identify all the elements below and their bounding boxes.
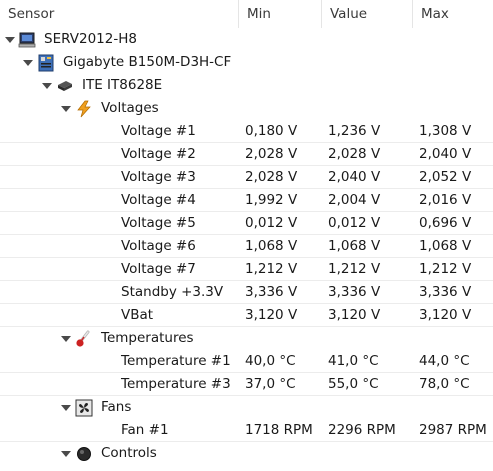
computer-icon (18, 31, 36, 49)
chip-icon (56, 77, 74, 95)
expand-toggle[interactable] (60, 442, 72, 465)
sensor-row[interactable]: VBat 3,120 V 3,120 V 3,120 V (0, 304, 493, 327)
sensor-min: 40,0 °C (245, 353, 296, 369)
sensor-min: 3,336 V (245, 284, 298, 300)
sensor-min: 0,012 V (245, 215, 298, 231)
sensor-value: 1,236 V (328, 123, 381, 139)
fan-icon (75, 399, 93, 417)
control-knob-icon (75, 445, 93, 463)
sensor-row[interactable]: Voltage #2 2,028 V 2,028 V 2,040 V (0, 143, 493, 166)
sensor-row[interactable]: Voltage #7 1,212 V 1,212 V 1,212 V (0, 258, 493, 281)
tree-node-computer[interactable]: SERV2012-H8 (0, 28, 493, 51)
sensor-row[interactable]: Standby +3.3V 3,336 V 3,336 V 3,336 V (0, 281, 493, 304)
sensor-value: 3,336 V (328, 284, 381, 300)
sensor-max: 3,336 V (419, 284, 472, 300)
sensor-name: Voltage #7 (121, 261, 196, 277)
sensor-min: 1,068 V (245, 238, 298, 254)
tree-node-motherboard[interactable]: Gigabyte B150M-D3H-CF (0, 51, 493, 74)
sensor-max: 1,308 V (419, 123, 472, 139)
thermometer-icon (75, 330, 93, 348)
sensor-max: 2,016 V (419, 192, 472, 208)
sensor-row[interactable]: Voltage #6 1,068 V 1,068 V 1,068 V (0, 235, 493, 258)
sensor-max: 1,212 V (419, 261, 472, 277)
sensor-max: 1,068 V (419, 238, 472, 254)
sensor-min: 1718 RPM (245, 422, 313, 438)
sensor-value: 2296 RPM (328, 422, 396, 438)
sensor-min: 1,212 V (245, 261, 298, 277)
sensor-name: Standby +3.3V (121, 284, 224, 300)
node-label: SERV2012-H8 (44, 31, 137, 47)
sensor-name: Voltage #5 (121, 215, 196, 231)
sensor-row[interactable]: Voltage #4 1,992 V 2,004 V 2,016 V (0, 189, 493, 212)
tree-node-controls[interactable]: Controls (0, 442, 493, 465)
sensor-value: 1,068 V (328, 238, 381, 254)
sensor-row[interactable]: Voltage #1 0,180 V 1,236 V 1,308 V (0, 120, 493, 143)
sensor-value: 0,012 V (328, 215, 381, 231)
sensor-value: 2,028 V (328, 146, 381, 162)
node-label: Fans (101, 399, 132, 415)
sensor-max: 44,0 °C (419, 353, 470, 369)
column-header-max[interactable]: Max (413, 0, 493, 28)
sensor-row[interactable]: Temperature #1 40,0 °C 41,0 °C 44,0 °C (0, 350, 493, 373)
sensor-value: 41,0 °C (328, 353, 379, 369)
column-header-min[interactable]: Min (239, 0, 322, 28)
sensor-tree: SERV2012-H8 Gigabyte B150M-D3H-CF ITE IT… (0, 28, 493, 465)
sensor-row[interactable]: Voltage #3 2,028 V 2,040 V 2,052 V (0, 166, 493, 189)
sensor-value: 3,120 V (328, 307, 381, 323)
tree-node-chip[interactable]: ITE IT8628E (0, 74, 493, 97)
sensor-min: 37,0 °C (245, 376, 296, 392)
sensor-value: 2,004 V (328, 192, 381, 208)
expand-toggle[interactable] (22, 51, 34, 74)
tree-node-voltages[interactable]: Voltages (0, 97, 493, 120)
expand-toggle[interactable] (60, 396, 72, 419)
tree-node-fans[interactable]: Fans (0, 396, 493, 419)
sensor-row[interactable]: Voltage #5 0,012 V 0,012 V 0,696 V (0, 212, 493, 235)
sensor-max: 0,696 V (419, 215, 472, 231)
sensor-value: 1,212 V (328, 261, 381, 277)
node-label: Controls (101, 445, 157, 461)
sensor-min: 0,180 V (245, 123, 298, 139)
expand-toggle[interactable] (60, 327, 72, 350)
column-header: Sensor Min Value Max (0, 0, 493, 28)
sensor-name: Temperature #1 (121, 353, 231, 369)
node-label: Temperatures (101, 330, 194, 346)
tree-node-temperatures[interactable]: Temperatures (0, 327, 493, 350)
node-label: Voltages (101, 100, 159, 116)
sensor-name: Fan #1 (121, 422, 169, 438)
motherboard-icon (37, 54, 55, 72)
node-label: Gigabyte B150M-D3H-CF (63, 54, 232, 70)
sensor-name: Voltage #3 (121, 169, 196, 185)
sensor-name: Voltage #1 (121, 123, 196, 139)
sensor-min: 2,028 V (245, 169, 298, 185)
sensor-name: Voltage #2 (121, 146, 196, 162)
sensor-name: Voltage #4 (121, 192, 196, 208)
column-header-sensor[interactable]: Sensor (0, 0, 239, 28)
sensor-min: 2,028 V (245, 146, 298, 162)
sensor-row[interactable]: Temperature #3 37,0 °C 55,0 °C 78,0 °C (0, 373, 493, 396)
expand-toggle[interactable] (41, 74, 53, 97)
sensor-name: Voltage #6 (121, 238, 196, 254)
expand-toggle[interactable] (4, 28, 16, 51)
sensor-value: 55,0 °C (328, 376, 379, 392)
lightning-icon (75, 100, 93, 118)
sensor-max: 78,0 °C (419, 376, 470, 392)
sensor-max: 2987 RPM (419, 422, 487, 438)
sensor-max: 2,040 V (419, 146, 472, 162)
sensor-value: 2,040 V (328, 169, 381, 185)
expand-toggle[interactable] (60, 97, 72, 120)
sensor-name: VBat (121, 307, 154, 323)
sensor-min: 3,120 V (245, 307, 298, 323)
sensor-name: Temperature #3 (121, 376, 231, 392)
sensor-min: 1,992 V (245, 192, 298, 208)
sensor-max: 3,120 V (419, 307, 472, 323)
sensor-row[interactable]: Fan #1 1718 RPM 2296 RPM 2987 RPM (0, 419, 493, 442)
node-label: ITE IT8628E (82, 77, 163, 93)
column-header-value[interactable]: Value (322, 0, 413, 28)
sensor-max: 2,052 V (419, 169, 472, 185)
